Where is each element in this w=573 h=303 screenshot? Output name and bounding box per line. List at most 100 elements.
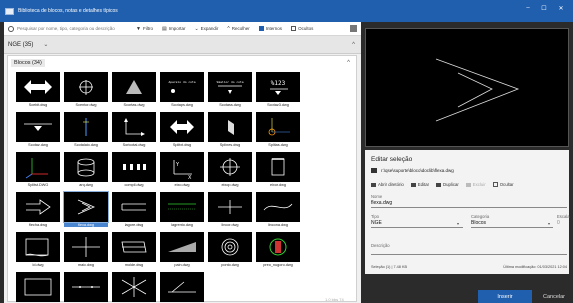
block-tile[interactable]: Scebit.dwg [16,72,60,109]
block-preview-icon: %123 [270,80,288,95]
block-preview-icon [124,118,145,136]
block-thumbnail [208,192,252,222]
block-thumbnail: Smallor do cota [208,72,252,102]
block-tile[interactable]: ld.dwg [16,232,60,269]
block-thumbnail [112,192,156,222]
block-name: flexa.dwg [64,223,108,227]
block-thumbnail [160,112,204,142]
block-tile[interactable]: Splitst.DWG [16,152,60,189]
edit-button[interactable]: Editar [410,182,429,187]
block-name: Scotaz.dwg [28,143,48,147]
block-thumbnail [16,112,60,142]
import-button[interactable]: ▤ Importar [162,26,186,32]
svg-text:Smallor do cota: Smallor do cota [216,80,243,84]
scale-label: Escala [557,214,570,219]
block-tile[interactable]: Splines.dwg [208,112,252,149]
cancel-button[interactable]: Cancelar [535,290,573,303]
block-tile[interactable]: Soricotai.dwg [112,112,156,149]
block-name: Scotaps.dwg [171,103,193,107]
hide-checkbox[interactable]: Ocultar [492,182,514,187]
duplicate-button[interactable]: Duplicar [436,182,459,187]
open-directory-button[interactable]: Abrir diretório [371,182,404,187]
toolbar: ▼Filtro ▤Importar ⌄Expandir ^Recolher In… [4,22,361,36]
block-tile[interactable]: flecha.dwg [16,192,60,229]
block-tile[interactable]: Aperelo do cota Scotaps.dwg [160,72,204,109]
options-icon[interactable] [350,25,357,32]
block-preview-icon: YX [173,160,192,180]
group-header[interactable]: NGE (35) ⌄ ^ [4,36,361,54]
block-tile[interactable]: molde.dwg [112,232,156,269]
expand-button[interactable]: ⌄ Expandir [194,26,218,32]
block-tile[interactable]: pain.dwg [160,232,204,269]
collapse-button[interactable]: ^ Recolher [227,26,249,32]
close-button[interactable]: ✕ [555,5,567,12]
filter-button[interactable]: ▼ Filtro [136,26,153,32]
block-tile[interactable]: eixor.dwg [256,152,300,189]
folder-icon [371,168,377,173]
block-tile[interactable]: preo_nugoro.dwg [256,232,300,269]
block-name: preo_nugoro.dwg [263,263,293,267]
duplicate-label: Duplicar [443,182,459,187]
block-tile[interactable]: Splitxt.dwg [160,112,204,149]
block-tile[interactable]: vinc.dwg [160,272,204,303]
description-underline[interactable] [371,254,567,255]
minimize-button[interactable]: – [522,5,534,11]
block-tile[interactable]: Y Xeixo.dwg [160,152,204,189]
block-tile[interactable]: eixop.dwg [208,152,252,189]
blocks-header[interactable]: Blocos (34) ^ [8,56,356,69]
block-preview [365,28,569,147]
block-tile[interactable]: lagore.dwg [112,192,156,229]
block-tile[interactable]: rocha.dwg [64,272,108,303]
block-tile[interactable]: Smallor do cota Scotass.dwg [208,72,252,109]
insert-button[interactable]: Inserir [478,290,532,303]
category-underline [471,227,553,228]
maximize-button[interactable]: ☐ [538,5,550,12]
block-tile[interactable]: lincona.dwg [256,192,300,229]
scale-field[interactable]: 0 [557,220,560,226]
collapse-label: Recolher [231,26,250,31]
block-thumbnail [256,112,300,142]
block-thumbnail [16,192,60,222]
app-icon [5,7,14,15]
chevron-down-icon[interactable]: ▾ [457,221,459,226]
hidden-label: Ocultos [298,26,314,31]
block-tile[interactable]: maic.dwg [64,232,108,269]
block-name: Scentor.dwg [75,103,97,107]
internal-checkbox[interactable]: Internos [258,26,282,31]
block-name: lagore.dwg [124,223,144,227]
delete-button[interactable]: Excluir [465,182,486,187]
block-tile[interactable]: %123 Scotaz3.dwg [256,72,300,109]
file-path: r:\qse\suporte\bloco\doclib\flexa.dwg [371,168,454,173]
hidden-checkbox[interactable]: Ocultos [291,26,313,31]
block-preview-icon [271,158,285,176]
block-name: molde.dwg [124,263,144,267]
collapse-group-icon[interactable]: ^ [352,42,355,48]
block-tile[interactable]: Scentor.dwg [64,72,108,109]
block-tile[interactable]: retcon.dwg [16,272,60,303]
block-tile[interactable]: lagrento.dwg [160,192,204,229]
block-preview-icon [263,203,293,211]
chevron-down-icon[interactable]: ▾ [548,221,550,226]
block-name: Splines.dwg [219,143,241,147]
block-tile[interactable]: compil.dwg [112,152,156,189]
collapse-blocks-icon[interactable]: ^ [347,60,350,66]
block-tile[interactable]: Scortas.dwg [112,72,156,109]
block-tile[interactable]: Splitas.dwg [256,112,300,149]
block-tile[interactable]: ponto.dwg [208,232,252,269]
block-name: Scebit.dwg [28,103,48,107]
chevron-down-icon[interactable]: ⌄ [43,41,48,48]
type-label: Tipo [371,214,379,219]
block-tile[interactable]: flexa.dwg [63,191,109,229]
block-tile[interactable]: simetria.dwg [112,272,156,303]
block-thumbnail [16,152,60,182]
block-tile[interactable]: Scotalaio.dwg [64,112,108,149]
block-thumbnail [256,232,300,262]
name-field[interactable]: flexa.dwg [371,200,392,206]
search-input[interactable] [17,26,127,31]
type-select[interactable]: NGE [371,220,382,226]
block-tile[interactable]: lincor.dwg [208,192,252,229]
category-select[interactable]: Blocos [471,220,486,226]
block-tile[interactable]: arq.dwg [64,152,108,189]
block-tile[interactable]: Scotaz.dwg [16,112,60,149]
block-name: Scortas.dwg [123,103,145,107]
